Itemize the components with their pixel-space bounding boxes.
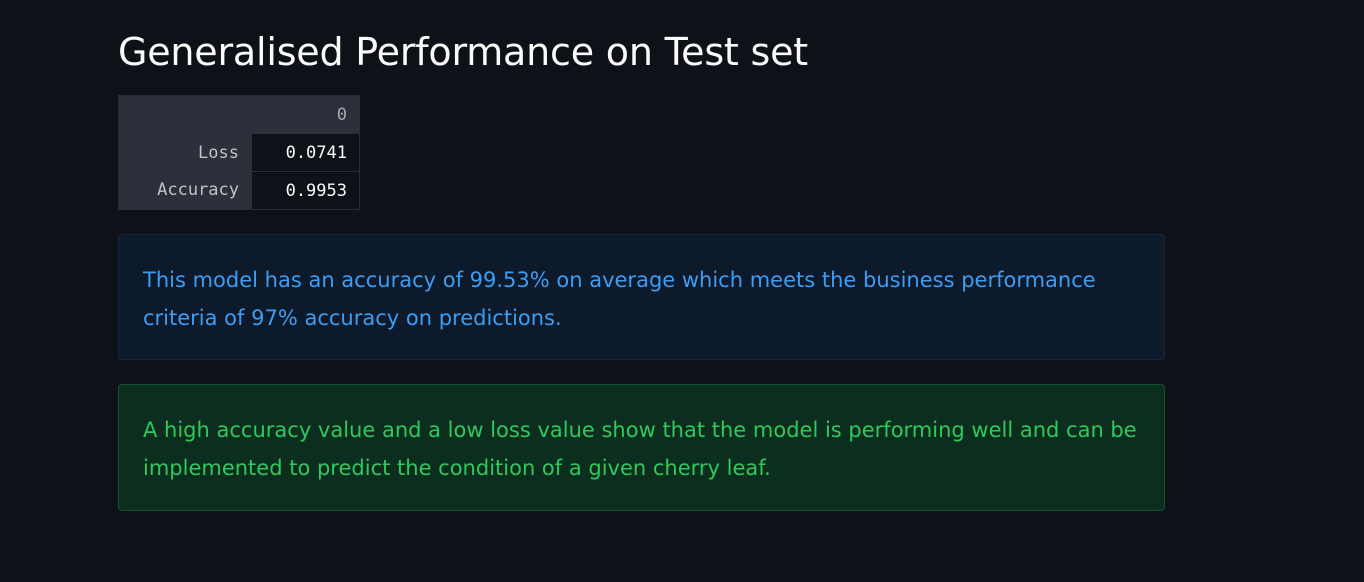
row-header-loss: Loss — [118, 133, 252, 172]
performance-dataframe[interactable]: 0 Loss 0.0741 Accuracy 0.9953 — [118, 95, 360, 210]
row-header-accuracy: Accuracy — [118, 171, 252, 210]
table-corner-cell — [118, 95, 252, 134]
info-alert-text: This model has an accuracy of 99.53% on … — [143, 268, 1096, 330]
success-alert-text: A high accuracy value and a low loss val… — [143, 418, 1137, 480]
cell-loss-value[interactable]: 0.0741 — [251, 133, 360, 172]
table-header-row: 0 — [118, 95, 360, 134]
cell-accuracy-value[interactable]: 0.9953 — [251, 171, 360, 210]
table-row-accuracy: Accuracy 0.9953 — [118, 171, 360, 210]
info-alert: This model has an accuracy of 99.53% on … — [118, 234, 1165, 360]
page-title: Generalised Performance on Test set — [118, 30, 808, 74]
column-header-0[interactable]: 0 — [251, 95, 360, 134]
success-alert: A high accuracy value and a low loss val… — [118, 384, 1165, 511]
table-row-loss: Loss 0.0741 — [118, 133, 360, 172]
